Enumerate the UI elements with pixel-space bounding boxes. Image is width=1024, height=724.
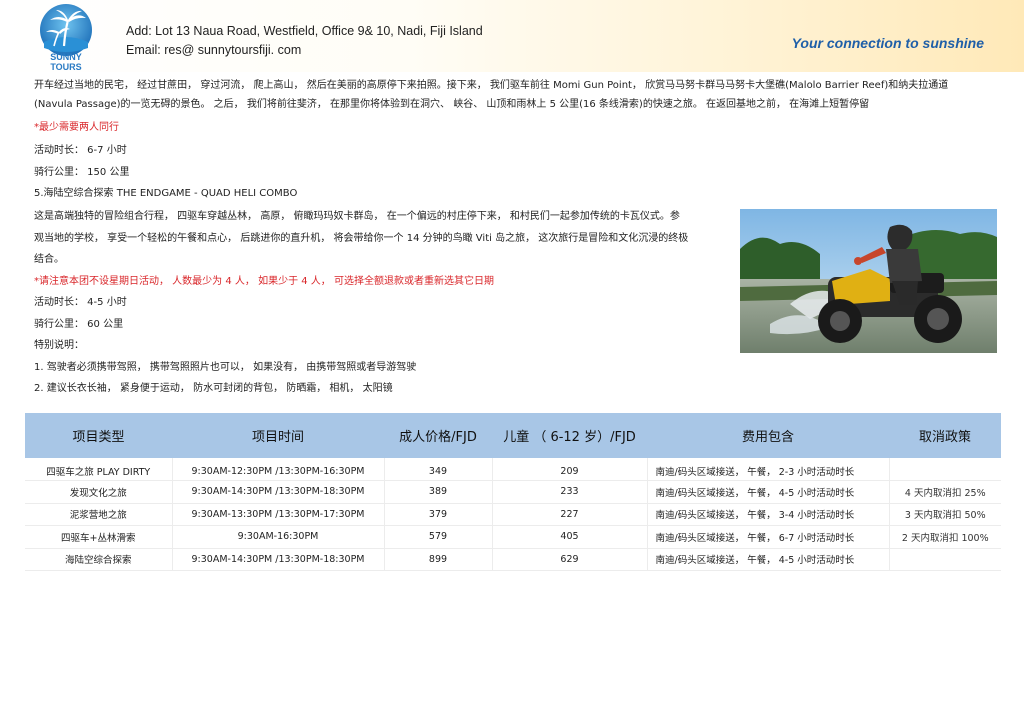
intro-distance: 骑行公里： 150 公里 bbox=[34, 167, 130, 178]
section-5-desc-2: 观当地的学校， 享受一个轻松的午餐和点心， 后跳进你的直升机， 将会带给你一个 … bbox=[34, 232, 689, 244]
cell-child: 209 bbox=[492, 458, 648, 481]
cell-includes: 南迪/码头区域接送， 午餐， 3-4 小时活动时长 bbox=[647, 503, 890, 526]
section-5-title: 5.海陆空综合探索 THE ENDGAME - QUAD HELI COMBO bbox=[34, 188, 298, 199]
cell-includes: 南迪/码头区域接送， 午餐， 2-3 小时活动时长 bbox=[647, 458, 890, 481]
cell-child: 233 bbox=[492, 480, 648, 504]
cell-includes: 南迪/码头区域接送， 午餐， 6-7 小时活动时长 bbox=[647, 525, 890, 549]
cell-cancel bbox=[889, 458, 1001, 481]
cell-child: 629 bbox=[492, 548, 648, 571]
cell-type: 四驱车之旅 PLAY DIRTY bbox=[25, 458, 173, 481]
section-5-duration: 活动时长： 4-5 小时 bbox=[34, 297, 127, 308]
page-header: SUNNY TOURS Add: Lot 13 Naua Road, Westf… bbox=[0, 0, 1024, 72]
cell-adult: 349 bbox=[384, 458, 493, 481]
intro-block: 开车经过当地的民宅， 经过甘蔗田， 穿过河流， 爬上高山， 然后在美丽的高原停下… bbox=[34, 77, 1004, 183]
address-text: Add: Lot 13 Naua Road, Westfield, Office… bbox=[126, 24, 483, 38]
price-table: 项目类型 项目时间 成人价格/FJD 儿童 （ 6-12 岁）/FJD 费用包含… bbox=[25, 413, 1001, 571]
intro-line-1: 开车经过当地的民宅， 经过甘蔗田， 穿过河流， 爬上高山， 然后在美丽的高原停下… bbox=[34, 80, 949, 91]
cell-adult: 899 bbox=[384, 548, 493, 571]
cell-time: 9:30AM-14:30PM /13:30PM-18:30PM bbox=[172, 480, 385, 504]
table-row: 海陆空综合探索 9:30AM-14:30PM /13:30PM-18:30PM … bbox=[25, 548, 1001, 571]
header-child-price: 儿童 （ 6-12 岁）/FJD bbox=[492, 413, 647, 458]
section-5-note: *请注意本团不设星期日活动， 人数最少为 4 人， 如果少于 4 人， 可选择全… bbox=[34, 275, 494, 287]
table-row: 泥浆营地之旅 9:30AM-13:30PM /13:30PM-17:30PM 3… bbox=[25, 503, 1001, 526]
cell-cancel: 4 天内取消扣 25% bbox=[889, 480, 1001, 504]
intro-line-2: (Navula Passage)的一览无碍的景色。 之后， 我们将前往斐济， 在… bbox=[34, 98, 870, 110]
cell-type: 泥浆营地之旅 bbox=[25, 503, 173, 526]
cell-time: 9:30AM-16:30PM bbox=[172, 525, 385, 549]
cell-cancel: 2 天内取消扣 100% bbox=[889, 525, 1001, 549]
intro-duration: 活动时长： 6-7 小时 bbox=[34, 144, 127, 156]
atv-photo bbox=[740, 209, 997, 353]
table-row: 发现文化之旅 9:30AM-14:30PM /13:30PM-18:30PM 3… bbox=[25, 480, 1001, 504]
special-note-2: 2. 建议长衣长袖， 紧身便于运动， 防水可封闭的背包， 防晒霜， 相机， 太阳… bbox=[34, 383, 393, 394]
section-5-distance: 骑行公里： 60 公里 bbox=[34, 318, 124, 330]
table-header-row: 项目类型 项目时间 成人价格/FJD 儿童 （ 6-12 岁）/FJD 费用包含… bbox=[25, 413, 1001, 458]
tagline: Your connection to sunshine bbox=[791, 35, 984, 51]
cell-type: 四驱车+丛林滑索 bbox=[25, 525, 173, 549]
special-note-1: 1. 驾驶者必须携带驾照， 携带驾照照片也可以， 如果没有， 由携带驾照或者导游… bbox=[34, 361, 417, 373]
cell-child: 227 bbox=[492, 503, 648, 526]
cell-adult: 389 bbox=[384, 480, 493, 504]
cell-cancel bbox=[889, 548, 1001, 571]
cell-cancel: 3 天内取消扣 50% bbox=[889, 503, 1001, 526]
header-cancel-policy: 取消政策 bbox=[889, 413, 1001, 458]
cell-adult: 579 bbox=[384, 525, 493, 549]
intro-note: *最少需要两人同行 bbox=[34, 122, 119, 133]
cell-time: 9:30AM-14:30PM /13:30PM-18:30PM bbox=[172, 548, 385, 571]
table-row: 四驱车之旅 PLAY DIRTY 9:30AM-12:30PM /13:30PM… bbox=[25, 458, 1001, 481]
cell-type: 发现文化之旅 bbox=[25, 480, 173, 504]
cell-includes: 南迪/码头区域接送， 午餐， 4-5 小时活动时长 bbox=[647, 548, 890, 571]
header-type: 项目类型 bbox=[25, 413, 172, 458]
special-notes-title: 特别说明： bbox=[34, 340, 84, 351]
section-5-desc-1: 这是高端独特的冒险组合行程， 四驱车穿越丛林， 高原， 俯瞰玛玛奴卡群岛， 在一… bbox=[34, 211, 680, 222]
header-adult-price: 成人价格/FJD bbox=[384, 413, 492, 458]
cell-child: 405 bbox=[492, 525, 648, 549]
header-time: 项目时间 bbox=[172, 413, 384, 458]
email-text: Email: res@ sunnytoursfiji. com bbox=[126, 43, 302, 57]
cell-includes: 南迪/码头区域接送， 午餐， 4-5 小时活动时长 bbox=[647, 480, 890, 504]
cell-type: 海陆空综合探索 bbox=[25, 548, 173, 571]
cell-time: 9:30AM-12:30PM /13:30PM-16:30PM bbox=[172, 458, 385, 481]
table-row: 四驱车+丛林滑索 9:30AM-16:30PM 579 405 南迪/码头区域接… bbox=[25, 525, 1001, 549]
cell-adult: 379 bbox=[384, 503, 493, 526]
cell-time: 9:30AM-13:30PM /13:30PM-17:30PM bbox=[172, 503, 385, 526]
section-5-desc-3: 结合。 bbox=[34, 254, 64, 265]
section-5-block: 这是高端独特的冒险组合行程， 四驱车穿越丛林， 高原， 俯瞰玛玛奴卡群岛， 在一… bbox=[34, 206, 734, 400]
header-includes: 费用包含 bbox=[647, 413, 889, 458]
logo-text: SUNNY TOURS bbox=[50, 52, 82, 72]
